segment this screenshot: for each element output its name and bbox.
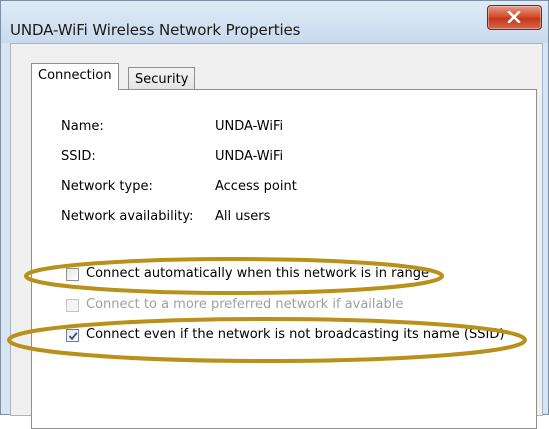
- connect-preferred-label: Connect to a more preferred network if a…: [86, 297, 404, 312]
- checkmark-icon: [68, 332, 78, 341]
- connection-panel: Name: UNDA-WiFi SSID: UNDA-WiFi Network …: [31, 89, 537, 429]
- window-title: UNDA-WiFi Wireless Network Properties: [10, 21, 301, 39]
- name-label: Name:: [61, 119, 104, 134]
- network-type-label: Network type:: [61, 179, 153, 194]
- name-value: UNDA-WiFi: [215, 119, 284, 134]
- ssid-label: SSID:: [61, 149, 96, 164]
- connect-preferred-checkbox: [66, 299, 79, 312]
- connect-hidden-ssid-checkbox[interactable]: [66, 329, 79, 342]
- properties-dialog: UNDA-WiFi Wireless Network Properties Co…: [0, 0, 549, 429]
- close-icon: [507, 11, 521, 23]
- network-type-value: Access point: [215, 179, 297, 194]
- connect-automatically-checkbox[interactable]: [66, 268, 79, 281]
- connect-hidden-ssid-label[interactable]: Connect even if the network is not broad…: [86, 327, 504, 342]
- tab-security[interactable]: Security: [128, 67, 196, 91]
- dialog-client-area: Connection Security Name: UNDA-WiFi SSID…: [10, 43, 543, 429]
- network-availability-value: All users: [215, 209, 271, 224]
- tab-connection[interactable]: Connection: [31, 63, 119, 90]
- ssid-value: UNDA-WiFi: [215, 149, 284, 164]
- network-availability-label: Network availability:: [61, 209, 194, 224]
- title-bar[interactable]: UNDA-WiFi Wireless Network Properties: [1, 1, 548, 43]
- close-button[interactable]: [487, 5, 542, 30]
- connect-automatically-label[interactable]: Connect automatically when this network …: [86, 266, 429, 281]
